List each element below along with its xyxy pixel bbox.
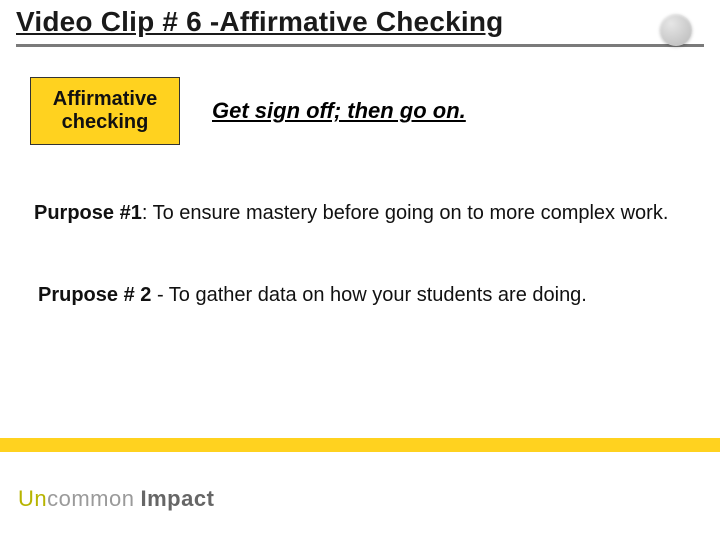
slide-title: Video Clip # 6 -Affirmative Checking (16, 6, 704, 38)
logo-part-impact: Impact (140, 486, 214, 511)
tagline: Get sign off; then go on. (212, 98, 466, 124)
brand-logo: UncommonImpact (18, 486, 214, 512)
logo-part-common: common (47, 486, 134, 511)
slide-content: Affirmative checking Get sign off; then … (0, 47, 720, 427)
purpose-2-label: Prupose # 2 (38, 284, 151, 306)
purpose-1-label: Purpose #1 (34, 202, 142, 224)
circle-decor-icon (660, 14, 692, 46)
accent-bar (0, 438, 720, 452)
slide-header: Video Clip # 6 -Affirmative Checking (0, 0, 720, 42)
badge-line2: checking (62, 111, 149, 133)
affirmative-badge: Affirmative checking (30, 77, 180, 145)
badge-line1: Affirmative (53, 88, 157, 110)
top-row: Affirmative checking Get sign off; then … (30, 77, 690, 145)
purpose-2: Prupose # 2 - To gather data on how your… (30, 284, 690, 307)
purpose-1-text: : To ensure mastery before going on to m… (142, 202, 669, 224)
logo-part-un: Un (18, 486, 47, 511)
purpose-2-text: - To gather data on how your students ar… (157, 284, 587, 306)
purpose-1: Purpose #1: To ensure mastery before goi… (30, 201, 690, 226)
